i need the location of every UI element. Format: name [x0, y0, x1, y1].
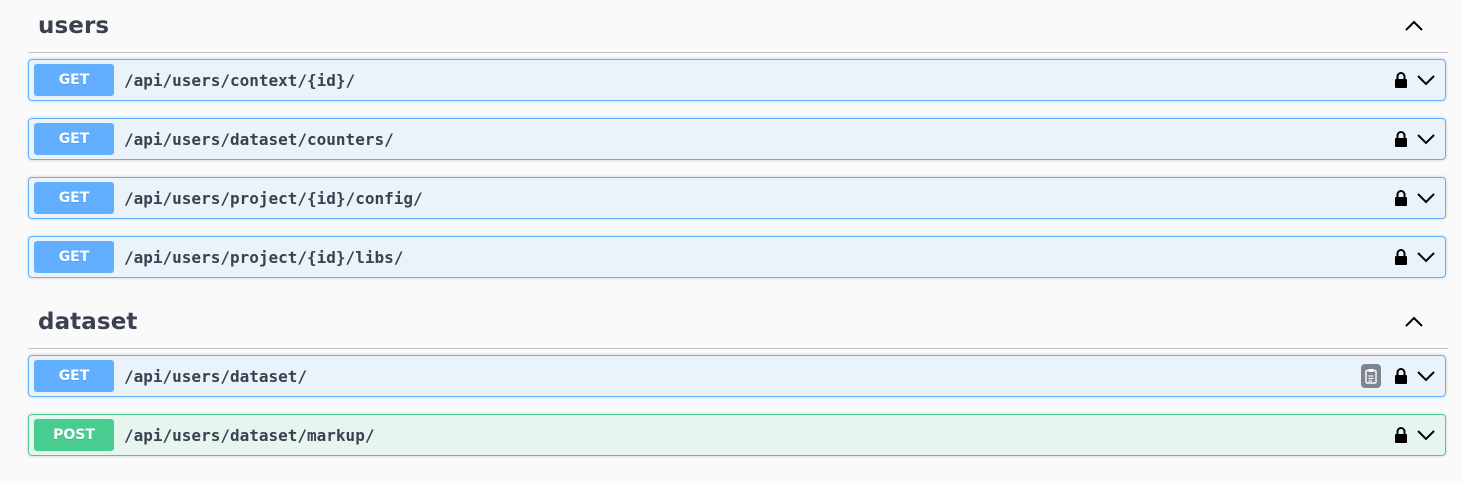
- chevron-down-icon[interactable]: [1415, 188, 1437, 208]
- section-users: users: [28, 0, 1448, 53]
- method-badge: GET: [34, 123, 114, 155]
- method-badge: GET: [34, 182, 114, 214]
- method-badge: GET: [34, 64, 114, 96]
- lock-icon[interactable]: [1393, 425, 1409, 445]
- section-users-header[interactable]: users: [28, 0, 1448, 53]
- swagger-operations-panel: users GET /api/users/context/{id}/ GET /…: [0, 0, 1462, 483]
- operation-path: /api/users/project/{id}/config/: [124, 188, 423, 208]
- chevron-down-icon[interactable]: [1415, 247, 1437, 267]
- lock-icon[interactable]: [1393, 188, 1409, 208]
- method-badge: GET: [34, 360, 114, 392]
- section-dataset: dataset: [28, 296, 1448, 349]
- chevron-down-icon[interactable]: [1415, 425, 1437, 445]
- chevron-up-icon[interactable]: [1404, 16, 1424, 36]
- section-title: users: [38, 13, 110, 39]
- operation-path: /api/users/dataset/counters/: [124, 129, 394, 149]
- chevron-down-icon[interactable]: [1415, 129, 1437, 149]
- operation-path: /api/users/project/{id}/libs/: [124, 247, 404, 267]
- operation-path: /api/users/dataset/: [124, 366, 308, 386]
- chevron-up-icon[interactable]: [1404, 312, 1424, 332]
- lock-icon[interactable]: [1393, 247, 1409, 267]
- lock-icon[interactable]: [1393, 129, 1409, 149]
- operation-path: /api/users/dataset/markup/: [124, 425, 375, 445]
- operation-get-users-project-libs[interactable]: GET /api/users/project/{id}/libs/: [28, 236, 1446, 278]
- operation-post-users-dataset-markup[interactable]: POST /api/users/dataset/markup/: [28, 414, 1446, 456]
- operation-get-users-dataset[interactable]: GET /api/users/dataset/: [28, 355, 1446, 397]
- lock-icon[interactable]: [1393, 70, 1409, 90]
- clipboard-icon[interactable]: [1361, 364, 1381, 388]
- section-title: dataset: [38, 309, 138, 335]
- chevron-down-icon[interactable]: [1415, 366, 1437, 386]
- operation-get-users-context[interactable]: GET /api/users/context/{id}/: [28, 59, 1446, 101]
- method-badge: GET: [34, 241, 114, 273]
- chevron-down-icon[interactable]: [1415, 70, 1437, 90]
- operation-path: /api/users/context/{id}/: [124, 70, 356, 90]
- lock-icon[interactable]: [1393, 366, 1409, 386]
- operation-get-users-dataset-counters[interactable]: GET /api/users/dataset/counters/: [28, 118, 1446, 160]
- operation-get-users-project-config[interactable]: GET /api/users/project/{id}/config/: [28, 177, 1446, 219]
- section-dataset-header[interactable]: dataset: [28, 296, 1448, 349]
- method-badge: POST: [34, 419, 114, 451]
